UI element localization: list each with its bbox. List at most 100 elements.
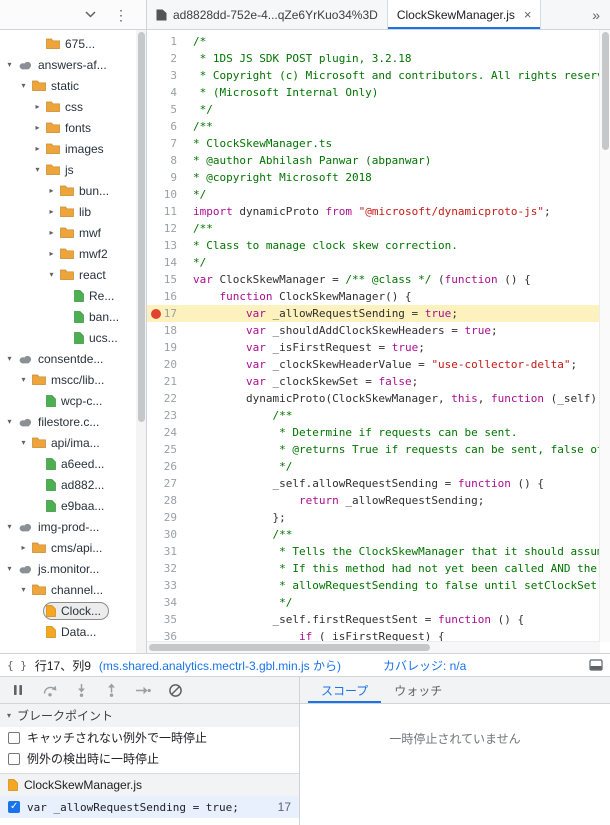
tree-item[interactable]: ▾ filestore.c... bbox=[0, 411, 136, 432]
tab-source-file[interactable]: ad8828dd-752e-4...qZe6YrKuo34%3D bbox=[147, 0, 388, 29]
tree-item-body[interactable]: mwf2 bbox=[57, 245, 116, 263]
pretty-print-button[interactable]: { } bbox=[7, 659, 27, 672]
code-text[interactable]: */ bbox=[187, 254, 600, 271]
code-text[interactable]: var _clockSkewSet = false; bbox=[187, 373, 600, 390]
tree-item[interactable]: ucs... bbox=[0, 327, 136, 348]
tree-item-body[interactable]: cms/api... bbox=[29, 539, 110, 557]
code-text[interactable]: /** bbox=[187, 526, 600, 543]
tree-item-body[interactable]: react bbox=[57, 266, 114, 284]
breakpoint-checkbox[interactable] bbox=[8, 801, 20, 813]
tree-item[interactable]: ▾ js.monitor... bbox=[0, 558, 136, 579]
breakpoints-section-header[interactable]: ▾ ブレークポイント bbox=[0, 704, 299, 727]
line-number[interactable]: 18 bbox=[147, 322, 187, 339]
code-text[interactable]: /** bbox=[187, 118, 600, 135]
expand-arrow-icon[interactable]: ▸ bbox=[32, 144, 43, 153]
toggle-drawer-icon[interactable] bbox=[589, 659, 603, 671]
tree-item-body[interactable]: Re... bbox=[71, 287, 122, 305]
tree-item-body[interactable]: ad882... bbox=[43, 476, 112, 494]
tree-item[interactable]: ▾ react bbox=[0, 264, 136, 285]
tree-item-body[interactable]: filestore.c... bbox=[15, 413, 107, 431]
code-text[interactable]: * allowRequestSending to false until set… bbox=[187, 577, 600, 594]
line-number[interactable]: 23 bbox=[147, 407, 187, 424]
close-tab-icon[interactable]: × bbox=[524, 7, 532, 22]
breakpoint-entry[interactable]: var _allowRequestSending = true; 17 bbox=[0, 796, 299, 818]
tree-item-body[interactable]: mscc/lib... bbox=[29, 371, 112, 389]
line-number[interactable]: 1 bbox=[147, 33, 187, 50]
code-text[interactable]: return _allowRequestSending; bbox=[187, 492, 600, 509]
line-number[interactable]: 27 bbox=[147, 475, 187, 492]
line-number[interactable]: 21 bbox=[147, 373, 187, 390]
tree-item[interactable]: ▾ mscc/lib... bbox=[0, 369, 136, 390]
tree-item-body[interactable]: js bbox=[43, 161, 82, 179]
code-text[interactable]: /* bbox=[187, 33, 600, 50]
expand-arrow-icon[interactable]: ▸ bbox=[32, 123, 43, 132]
tree-item-body[interactable]: 675... bbox=[43, 35, 103, 53]
tree-item-body[interactable]: consentde... bbox=[15, 350, 111, 368]
collapse-arrow-icon[interactable]: ▾ bbox=[18, 375, 29, 384]
code-text[interactable]: * If this method had not yet been called… bbox=[187, 560, 600, 577]
line-number[interactable]: 35 bbox=[147, 611, 187, 628]
line-number[interactable]: 30 bbox=[147, 526, 187, 543]
code-text[interactable]: /** bbox=[187, 220, 600, 237]
pause-caught-checkbox[interactable] bbox=[8, 752, 20, 765]
tree-item[interactable]: ▸ lib bbox=[0, 201, 136, 222]
collapse-arrow-icon[interactable]: ▾ bbox=[4, 417, 15, 426]
tree-item[interactable]: ad882... bbox=[0, 474, 136, 495]
chevron-down-icon[interactable] bbox=[85, 11, 96, 18]
tree-item[interactable]: 675... bbox=[0, 33, 136, 54]
line-number[interactable]: 8 bbox=[147, 152, 187, 169]
line-number[interactable]: 19 bbox=[147, 339, 187, 356]
tree-item[interactable]: a6eed... bbox=[0, 453, 136, 474]
line-number[interactable]: 32 bbox=[147, 560, 187, 577]
line-number[interactable]: 36 bbox=[147, 628, 187, 642]
expand-arrow-icon[interactable]: ▸ bbox=[46, 228, 57, 237]
code-text[interactable]: * @returns True if requests can be sent,… bbox=[187, 441, 600, 458]
line-number[interactable]: 31 bbox=[147, 543, 187, 560]
tree-item[interactable]: ▾ js bbox=[0, 159, 136, 180]
code-text[interactable]: * @author Abhilash Panwar (abpanwar) bbox=[187, 152, 600, 169]
line-number[interactable]: 14 bbox=[147, 254, 187, 271]
tree-item-body[interactable]: bun... bbox=[57, 182, 117, 200]
tree-item-body[interactable]: js.monitor... bbox=[15, 560, 107, 578]
editor-horizontal-scrollbar[interactable] bbox=[147, 641, 600, 653]
line-number[interactable]: 29 bbox=[147, 509, 187, 526]
breakpoint-file-group[interactable]: ClockSkewManager.js bbox=[0, 773, 299, 796]
tab-overflow-button[interactable]: » bbox=[582, 0, 610, 29]
tree-item[interactable]: e9baa... bbox=[0, 495, 136, 516]
tree-item-body[interactable]: static bbox=[29, 77, 87, 95]
tree-item[interactable]: ▾ channel... bbox=[0, 579, 136, 600]
line-number[interactable]: 4 bbox=[147, 84, 187, 101]
code-text[interactable]: * Copyright (c) Microsoft and contributo… bbox=[187, 67, 600, 84]
tree-item-selected[interactable]: Clock... bbox=[43, 601, 110, 620]
collapse-arrow-icon[interactable]: ▾ bbox=[4, 564, 15, 573]
expand-arrow-icon[interactable]: ▸ bbox=[46, 207, 57, 216]
collapse-arrow-icon[interactable]: ▾ bbox=[18, 438, 29, 447]
tree-item[interactable]: Data... bbox=[0, 621, 136, 642]
line-number[interactable]: 26 bbox=[147, 458, 187, 475]
code-text[interactable]: * Class to manage clock skew correction. bbox=[187, 237, 600, 254]
collapse-arrow-icon[interactable]: ▾ bbox=[4, 60, 15, 69]
line-number[interactable]: 16 bbox=[147, 288, 187, 305]
line-number[interactable]: 24 bbox=[147, 424, 187, 441]
line-number[interactable]: 6 bbox=[147, 118, 187, 135]
line-number[interactable]: 34 bbox=[147, 594, 187, 611]
code-text[interactable]: /** bbox=[187, 407, 600, 424]
code-text[interactable]: _self.firstRequestSent = function () { bbox=[187, 611, 600, 628]
kebab-menu-icon[interactable]: ⋮ bbox=[114, 8, 128, 22]
line-number[interactable]: 11 bbox=[147, 203, 187, 220]
tree-item-body[interactable]: e9baa... bbox=[43, 497, 112, 515]
code-text[interactable]: */ bbox=[187, 101, 600, 118]
tab-watch[interactable]: ウォッチ bbox=[381, 677, 455, 703]
tree-item-body[interactable]: channel... bbox=[29, 581, 111, 599]
tree-item-body[interactable]: answers-af... bbox=[15, 56, 115, 74]
editor-vertical-scrollbar[interactable] bbox=[599, 30, 610, 642]
tree-item[interactable]: ▸ mwf bbox=[0, 222, 136, 243]
step-button[interactable] bbox=[135, 684, 151, 697]
tree-item[interactable]: ▸ fonts bbox=[0, 117, 136, 138]
expand-arrow-icon[interactable]: ▸ bbox=[46, 249, 57, 258]
collapse-arrow-icon[interactable]: ▾ bbox=[18, 585, 29, 594]
pause-uncaught-checkbox[interactable] bbox=[8, 731, 20, 744]
line-number[interactable]: 10 bbox=[147, 186, 187, 203]
tree-item[interactable]: ▾ api/ima... bbox=[0, 432, 136, 453]
tree-item[interactable]: ▾ static bbox=[0, 75, 136, 96]
